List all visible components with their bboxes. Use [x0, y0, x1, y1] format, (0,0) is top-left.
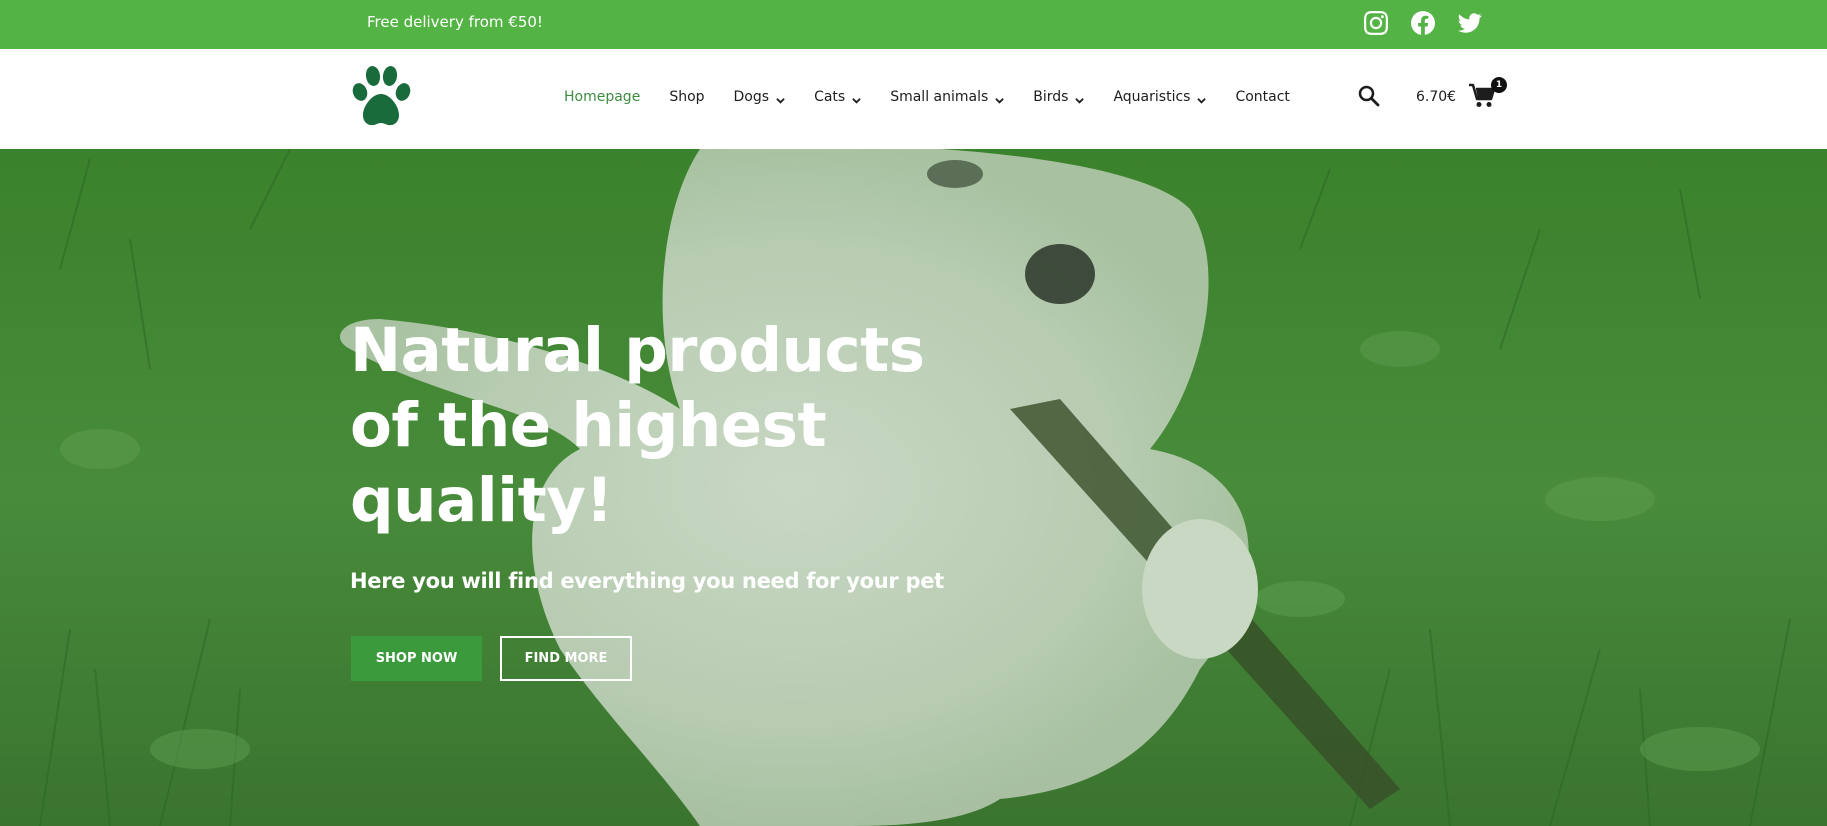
nav-item-label: Shop [669, 89, 705, 105]
nav-item-shop[interactable]: Shop [669, 89, 704, 105]
cart-total[interactable]: 6.70€ [1416, 89, 1456, 105]
chevron-down-icon [1075, 93, 1085, 104]
twitter-icon[interactable] [1458, 11, 1484, 37]
hero-banner: Natural products of the highest quality!… [0, 149, 1827, 826]
nav-item-aquaristics[interactable]: Aquaristics [1113, 89, 1207, 105]
top-bar: Free delivery from €50! [0, 0, 1827, 49]
hero-title: Natural products of the highest quality! [350, 315, 925, 536]
nav-item-label: Aquaristics [1113, 89, 1191, 105]
nav-item-dogs[interactable]: Dogs [734, 89, 786, 105]
hero-subtitle: Here you will find everything you need f… [350, 569, 944, 593]
nav-item-contact[interactable]: Contact [1235, 89, 1289, 105]
main-nav: Homepage Shop Dogs Cats Small animals Birds Aq… [564, 89, 1319, 105]
site-header: Homepage Shop Dogs Cats Small animals Birds Aq… [0, 49, 1827, 149]
paw-logo-icon[interactable] [348, 64, 414, 130]
nav-item-label: Homepage [564, 89, 641, 105]
nav-item-birds[interactable]: Birds [1033, 89, 1085, 105]
free-delivery-text: Free delivery from €50! [367, 13, 543, 31]
nav-item-small-animals[interactable]: Small animals [890, 89, 1005, 105]
find-more-button[interactable]: FIND MORE [500, 636, 632, 681]
facebook-icon[interactable] [1411, 11, 1437, 37]
nav-item-label: Cats [814, 89, 846, 105]
chevron-down-icon [995, 93, 1005, 104]
chevron-down-icon [1197, 93, 1207, 104]
instagram-icon[interactable] [1364, 11, 1390, 37]
nav-item-label: Dogs [733, 89, 770, 105]
nav-item-label: Small animals [890, 89, 989, 105]
nav-item-cats[interactable]: Cats [814, 89, 861, 105]
shop-now-button[interactable]: SHOP NOW [351, 636, 482, 681]
nav-item-label: Contact [1235, 89, 1290, 105]
search-icon[interactable] [1357, 84, 1381, 108]
nav-item-homepage[interactable]: Homepage [564, 89, 640, 105]
chevron-down-icon [852, 93, 861, 104]
chevron-down-icon [776, 93, 785, 104]
nav-item-label: Birds [1033, 89, 1069, 105]
cart-count-badge: 1 [1491, 77, 1507, 93]
